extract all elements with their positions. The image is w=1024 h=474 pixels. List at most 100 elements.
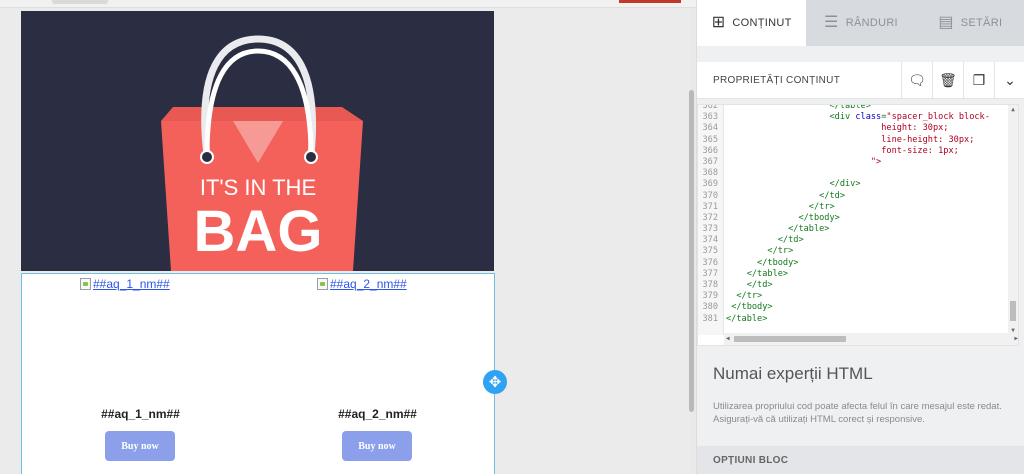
content-properties-title: PROPRIETĂȚI CONȚINUT — [713, 74, 841, 86]
code-text: height: 30px; — [720, 123, 948, 134]
line-number: 373 — [702, 224, 718, 235]
move-icon[interactable]: ✥ — [483, 370, 507, 394]
line-number: 369 — [702, 179, 718, 190]
code-line: 365 line-height: 30px; — [698, 135, 990, 146]
tab-continut-label: CONȚINUT — [732, 17, 792, 29]
line-number: 379 — [702, 291, 718, 302]
scroll-right-icon[interactable]: ▶ — [1014, 335, 1018, 342]
code-line: 379 </tr> — [698, 291, 990, 302]
code-text: line-height: 30px; — [720, 135, 974, 146]
line-number: 366 — [702, 145, 718, 156]
content-properties-header: PROPRIETĂȚI CONȚINUT 🗨 🗑 ❐ ⌄ — [697, 61, 1024, 99]
code-horizontal-scrollbar[interactable]: ◀ ▶ — [724, 333, 1018, 345]
code-text: </table> — [829, 104, 871, 111]
toolbar-accent-stub[interactable] — [619, 0, 681, 3]
code-string: line-height: 30px; — [881, 134, 975, 145]
product-column-2[interactable]: ##aq_2_nm## ##aq_2_nm## Buy now — [259, 274, 496, 474]
code-text: </tbody> — [798, 212, 840, 223]
scroll-left-icon[interactable]: ◀ — [726, 335, 730, 342]
code-string: height: 30px; — [881, 123, 949, 134]
tab-randuri-label: RÂNDURI — [845, 17, 898, 29]
code-text: </tr> — [736, 291, 763, 302]
broken-image-icon — [80, 278, 91, 290]
line-number: 364 — [702, 123, 718, 134]
code-text: </tr> — [767, 246, 794, 257]
code-text: font-size: 1px; — [720, 146, 959, 157]
code-text: </tbody> — [757, 257, 799, 268]
html-code-editor[interactable]: 362 </table> 363 <div class="spacer_block… — [697, 104, 1019, 346]
code-string: font-size: 1px; — [881, 145, 959, 156]
line-number: 367 — [702, 156, 718, 167]
line-number: 363 — [702, 112, 718, 123]
line-number: 375 — [702, 246, 718, 257]
canvas-scrollbar[interactable] — [689, 90, 694, 412]
code-line: 374 </td> — [698, 235, 990, 246]
code-text: <div class="spacer_block block- — [829, 112, 990, 123]
code-string: "> — [870, 156, 882, 167]
product-2-name: ##aq_2_nm## — [338, 407, 417, 421]
code-line: 364 height: 30px; — [698, 123, 990, 134]
hero-line-1: IT'S IN THE — [200, 175, 316, 200]
properties-panel: ⊞ CONȚINUT ☰ RÂNDURI ▤ SETĂRI PROPRIETĂȚ… — [696, 0, 1024, 474]
bag-rivet-left — [200, 150, 214, 164]
toolbar-tab-stub[interactable] — [52, 0, 108, 4]
line-number: 371 — [702, 201, 718, 212]
duplicate-icon[interactable]: ❐ — [963, 61, 994, 99]
line-number: 365 — [702, 134, 718, 145]
tab-continut[interactable]: ⊞ CONȚINUT — [697, 0, 807, 46]
line-number: 372 — [702, 212, 718, 223]
product-1-image-alt: ##aq_1_nm## — [93, 277, 170, 291]
code-line: 369 </div> — [698, 179, 990, 190]
line-number: 370 — [702, 190, 718, 201]
code-line: 378 </td> — [698, 280, 990, 291]
chevron-down-icon[interactable]: ⌄ — [994, 61, 1024, 99]
product-2-image-alt: ##aq_2_nm## — [330, 277, 407, 291]
buy-now-button-1[interactable]: Buy now — [105, 431, 175, 461]
html-experts-title: Numai experții HTML — [713, 364, 873, 383]
bag-rim — [161, 107, 363, 121]
trash-icon[interactable]: 🗑 — [932, 61, 963, 99]
block-options-header[interactable]: OPȚIUNI BLOC — [697, 446, 1024, 474]
line-number: 376 — [702, 257, 718, 268]
tab-setari-label: SETĂRI — [960, 17, 1003, 29]
code-lines: 362 </table> 363 <div class="spacer_block… — [698, 104, 990, 325]
product-1-image[interactable]: ##aq_1_nm## — [80, 277, 170, 291]
product-2-image[interactable]: ##aq_2_nm## — [317, 277, 407, 291]
scroll-up-icon[interactable]: ▲ — [1009, 106, 1017, 113]
code-text: </td> — [819, 190, 846, 201]
code-text: </div> — [829, 179, 861, 190]
code-line: 380 </tbody> — [698, 302, 990, 313]
buy-now-button-2[interactable]: Buy now — [342, 431, 412, 461]
comment-icon[interactable]: 🗨 — [901, 61, 932, 99]
line-number: 362 — [702, 104, 718, 111]
code-text: "> — [720, 157, 881, 168]
code-text: </td> — [746, 280, 773, 290]
line-number: 374 — [702, 235, 718, 246]
tab-randuri[interactable]: ☰ RÂNDURI — [806, 0, 915, 46]
top-toolbar-strip — [0, 0, 696, 8]
code-text: </table> — [746, 268, 789, 279]
settings-doc-icon: ▤ — [938, 14, 954, 31]
broken-image-icon — [317, 278, 328, 290]
product-column-1[interactable]: ##aq_1_nm## ##aq_1_nm## Buy now — [22, 274, 259, 474]
code-vertical-scrollbar[interactable]: ▲ ▼ — [1008, 105, 1018, 335]
code-line: 373 </table> — [698, 224, 990, 235]
code-text: </tr> — [808, 201, 835, 212]
hero-image-block[interactable]: IT'S IN THE BAG — [21, 11, 494, 271]
code-line: 368 — [698, 168, 990, 179]
code-text: </table> — [788, 224, 830, 235]
hero-line-2: BAG — [194, 199, 323, 264]
line-number: 368 — [702, 168, 718, 179]
product-row-block[interactable]: ##aq_1_nm## ##aq_1_nm## Buy now ##aq_2_n… — [21, 273, 495, 474]
rows-icon: ☰ — [824, 14, 839, 31]
tab-setari[interactable]: ▤ SETĂRI — [916, 0, 1024, 46]
code-text: </tbody> — [731, 302, 773, 313]
line-number: 380 — [702, 302, 718, 313]
code-horizontal-thumb[interactable] — [734, 336, 846, 342]
html-experts-description: Utilizarea propriului cod poate afecta f… — [713, 401, 1002, 425]
bag-rivet-right — [304, 150, 318, 164]
line-number: 381 — [702, 313, 718, 324]
code-line: 370 </td> — [698, 191, 990, 202]
code-vertical-thumb[interactable] — [1010, 301, 1016, 321]
product-1-name: ##aq_1_nm## — [101, 407, 180, 421]
